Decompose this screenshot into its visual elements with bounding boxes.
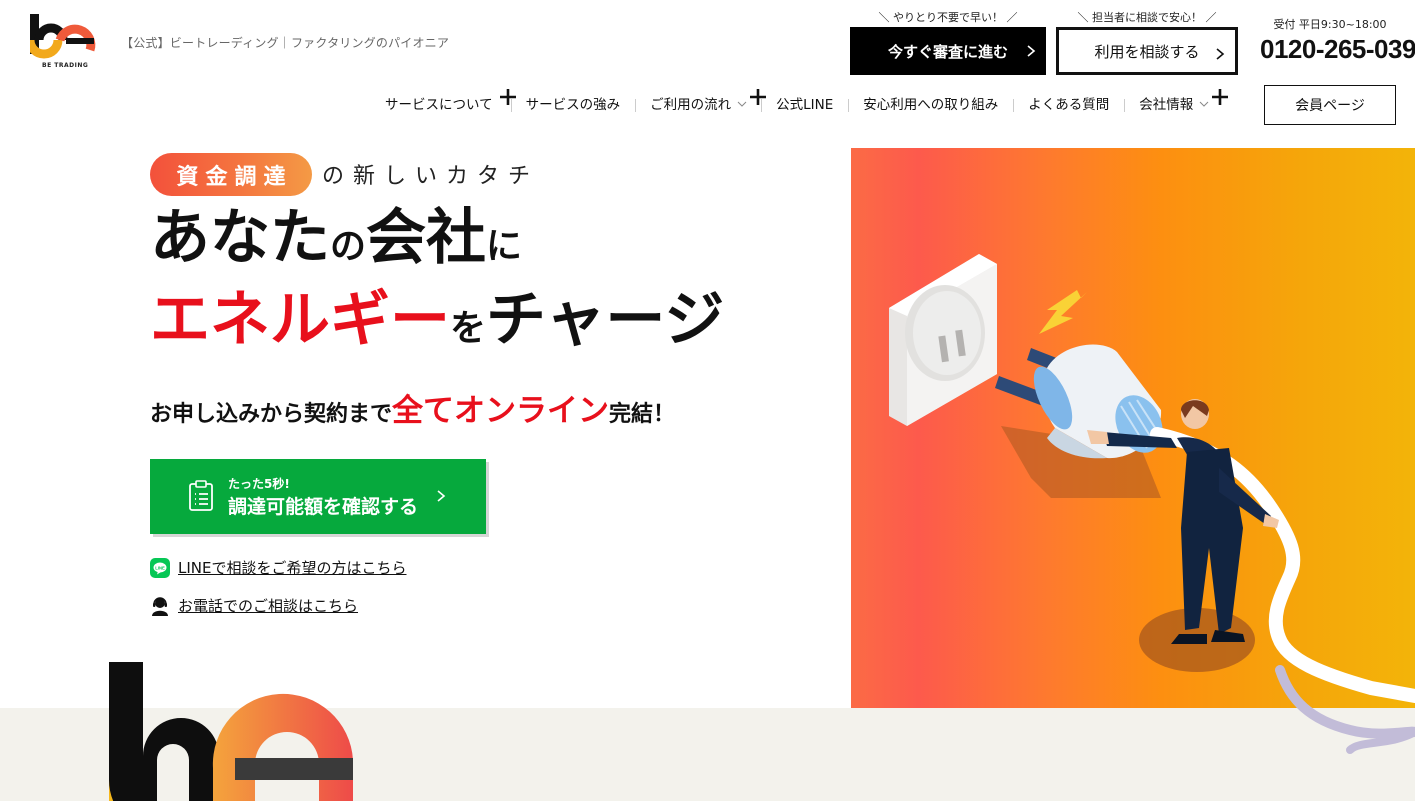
cta-consult-group: ＼ 担当者に相談で安心！ ／ 利用を相談する — [1056, 10, 1238, 75]
nav-label: よくある質問 — [1028, 97, 1110, 113]
logo-caption: BE TRADING — [42, 62, 89, 69]
nav-label: サービスの強み — [525, 97, 621, 113]
check-button-label: 調達可能額を確認する — [228, 496, 419, 518]
sub-part: 完結！ — [609, 402, 676, 427]
nav-item-company[interactable]: 会社情報 — [1124, 89, 1229, 118]
phone-hours: 受付 平日9:30~18:00 — [1273, 18, 1387, 31]
start-review-label: 今すぐ審査に進む — [887, 42, 1008, 61]
clipboard-icon — [189, 480, 213, 511]
nav-label: 安心利用への取り組み — [863, 97, 999, 113]
phone-box: 受付 平日9:30~18:00 0120-265-039 — [1260, 16, 1415, 65]
headline-part: チャージ — [486, 285, 725, 355]
headline-part: に — [486, 226, 523, 267]
funding-tag: 資金調達 — [150, 153, 312, 196]
nav-label: 公式LINE — [776, 97, 834, 113]
check-amount-button[interactable]: たった5秒! 調達可能額を確認する — [150, 459, 486, 534]
tel-consult-row: お電話でのご相談はこちら — [150, 595, 358, 616]
chevron-right-icon — [1027, 45, 1036, 57]
headline-part: の — [330, 226, 367, 267]
nav-label: 会社情報 — [1139, 97, 1194, 113]
phone-number[interactable]: 0120-265-039 — [1260, 34, 1415, 65]
sub-part: お申し込みから契約まで — [150, 402, 393, 427]
chevron-down-icon — [1199, 101, 1209, 107]
headline-part: あなた — [150, 203, 330, 273]
hero-headline: あなたの会社に エネルギーをチャージ — [150, 208, 724, 350]
headset-icon — [152, 596, 168, 616]
sub-part: 全てオンライン — [392, 393, 610, 429]
member-page-button[interactable]: 会員ページ — [1264, 85, 1396, 125]
cta-consult-note: ＼ 担当者に相談で安心！ ／ — [1077, 11, 1217, 24]
main-nav: サービスについて サービスの強み ご利用の流れ 公式LINE 安心利用への取り組… — [370, 89, 1229, 118]
chevron-right-icon — [1216, 48, 1225, 60]
line-icon: LINE — [150, 557, 170, 578]
chevron-down-icon — [737, 101, 747, 107]
consult-button[interactable]: 利用を相談する — [1056, 27, 1238, 75]
nav-item-service[interactable]: サービスについて — [370, 89, 516, 118]
cta-review-group: ＼ やりとり不要で早い！ ／ 今すぐ審査に進む — [850, 10, 1046, 75]
plus-icon[interactable] — [1211, 88, 1229, 106]
nav-item-faq[interactable]: よくある質問 — [1013, 92, 1124, 118]
cta-review-note: ＼ やりとり不要で早い！ ／ — [878, 11, 1018, 24]
hero-subheading: お申し込みから契約まで全てオンライン完結！ — [150, 385, 675, 430]
nav-label: ご利用の流れ — [650, 97, 732, 113]
headline-part: を — [450, 308, 487, 349]
consult-label: 利用を相談する — [1094, 42, 1200, 61]
brand-logo-large — [109, 662, 353, 801]
nav-item-safety[interactable]: 安心利用への取り組み — [848, 92, 1013, 118]
line-consult-link[interactable]: LINEで相談をご希望の方はこちら — [178, 557, 406, 578]
check-button-small: たった5秒! — [228, 477, 290, 491]
nav-label: サービスについて — [385, 97, 493, 113]
tel-consult-link[interactable]: お電話でのご相談はこちら — [178, 595, 358, 616]
svg-text:LINE: LINE — [155, 565, 165, 570]
plug-illustration — [889, 254, 1415, 703]
nav-item-line[interactable]: 公式LINE — [761, 92, 848, 118]
hero-illustration — [851, 148, 1415, 708]
line-consult-row: LINE LINEで相談をご希望の方はこちら — [150, 557, 406, 578]
start-review-button[interactable]: 今すぐ審査に進む — [850, 27, 1046, 75]
chevron-right-icon — [437, 490, 446, 502]
cord-tail — [1275, 665, 1415, 754]
site-title: 【公式】ビートレーディング｜ファクタリングのパイオニア — [121, 36, 450, 50]
nav-item-flow[interactable]: ご利用の流れ — [635, 89, 767, 118]
nav-item-strengths[interactable]: サービスの強み — [510, 92, 636, 118]
headline-part: 会社 — [366, 203, 487, 273]
tag-suffix: の新しいカタチ — [322, 164, 540, 189]
headline-part: エネルギー — [150, 285, 450, 355]
